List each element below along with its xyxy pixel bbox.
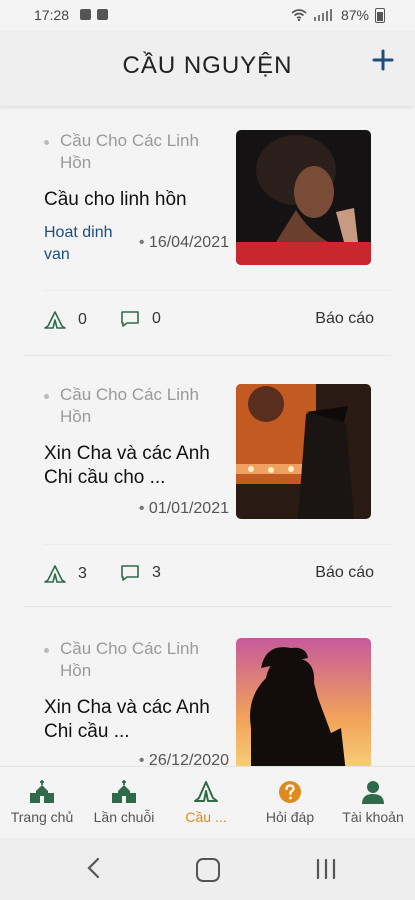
card-category: Cầu Cho Các Linh Hồn: [24, 384, 199, 428]
battery-text: 87%: [340, 7, 369, 23]
comment-count: 3: [152, 564, 161, 581]
pray-count: 3: [78, 565, 87, 582]
tab-label: Trang chủ: [10, 809, 74, 825]
card-separator: [24, 355, 391, 356]
praying-hands-icon: [194, 781, 218, 802]
card-photo[interactable]: [236, 130, 371, 265]
recent-apps-icon[interactable]: [315, 858, 337, 880]
card-date: 16/04/2021: [139, 234, 229, 252]
card-author[interactable]: Hoat dinh van: [44, 222, 124, 266]
church-icon: [30, 780, 54, 803]
app-header: CẦU NGUYỆN: [0, 30, 415, 106]
card-title[interactable]: Xin Cha và các Anh Chi cầu cho ...: [44, 442, 234, 490]
tab-account[interactable]: Tài khoản: [333, 779, 413, 825]
wifi-icon: [291, 9, 307, 21]
home-icon[interactable]: [196, 858, 220, 882]
card-actions: 3 3 Báo cáo: [44, 564, 374, 588]
praying-hands-icon: [44, 311, 66, 329]
tab-qa[interactable]: Hỏi đáp: [250, 779, 330, 825]
comment-button[interactable]: 3: [120, 564, 161, 582]
back-icon[interactable]: [85, 856, 103, 880]
card-date: 26/12/2020: [139, 752, 229, 766]
prayer-card[interactable]: Cầu Cho Các Linh Hồn Cầu cho linh hồn Ho…: [24, 130, 391, 360]
tab-label: Lần chuỗi: [93, 809, 155, 825]
prayer-feed[interactable]: Cầu Cho Các Linh Hồn Cầu cho linh hồn Ho…: [0, 106, 415, 766]
bottom-tab-bar: Trang chủ Lần chuỗi Cầu ... Hỏi đáp Tài …: [0, 766, 415, 839]
pray-button[interactable]: 0: [44, 310, 87, 330]
card-date: 01/01/2021: [139, 500, 229, 518]
card-separator: [24, 606, 391, 607]
card-actions: 0 0 Báo cáo: [44, 310, 374, 334]
tab-home[interactable]: Trang chủ: [2, 779, 82, 825]
tab-rosary[interactable]: Lần chuỗi: [84, 779, 164, 825]
pray-count: 0: [78, 311, 87, 328]
signal-icon: [313, 9, 332, 21]
card-title[interactable]: Xin Cha và các Anh Chi cầu ...: [44, 696, 234, 744]
prayer-card[interactable]: Cầu Cho Các Linh Hồn Xin Cha và các Anh …: [24, 384, 391, 614]
tab-label: Tài khoản: [342, 809, 404, 825]
praying-hands-icon: [44, 565, 66, 583]
card-title[interactable]: Cầu cho linh hồn: [44, 188, 234, 212]
card-divider: [44, 290, 391, 291]
page-title: CẦU NGUYỆN: [122, 52, 293, 79]
praying-woman-image: [236, 130, 371, 265]
battery-icon: [375, 7, 385, 23]
report-button[interactable]: Báo cáo: [315, 310, 374, 328]
tab-label: Cầu ...: [185, 809, 227, 825]
comment-button[interactable]: 0: [120, 310, 161, 328]
status-time: 17:28: [34, 7, 70, 23]
card-photo[interactable]: [236, 638, 371, 766]
question-icon: [279, 781, 301, 803]
tab-label: Hỏi đáp: [265, 809, 315, 825]
status-right: 87%: [291, 7, 385, 23]
card-category: Cầu Cho Các Linh Hồn: [24, 638, 199, 682]
report-button[interactable]: Báo cáo: [315, 564, 374, 582]
prayer-card[interactable]: Cầu Cho Các Linh Hồn Xin Cha và các Anh …: [24, 638, 391, 766]
system-nav-bar: [0, 838, 415, 900]
church-icon: [112, 780, 136, 803]
card-photo[interactable]: [236, 384, 371, 519]
comment-icon: [121, 311, 139, 327]
pray-button[interactable]: 3: [44, 564, 87, 584]
comment-icon: [121, 565, 139, 581]
comment-count: 0: [152, 310, 161, 327]
tab-prayer[interactable]: Cầu ...: [166, 779, 246, 825]
card-category: Cầu Cho Các Linh Hồn: [24, 130, 199, 174]
status-bar: 17:28 87%: [0, 0, 415, 30]
notification-icons: [80, 9, 108, 20]
sunset-prayer-image: [236, 638, 371, 766]
card-divider: [44, 544, 391, 545]
candle-vigil-image: [236, 384, 371, 519]
plus-icon: [372, 49, 394, 71]
person-icon: [362, 781, 384, 804]
add-prayer-button[interactable]: [371, 48, 395, 78]
